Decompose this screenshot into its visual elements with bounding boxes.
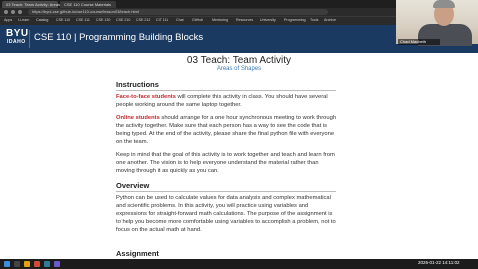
bookmark-item[interactable]: University <box>260 18 276 22</box>
taskbar-clock: 2026-01-22 14:11:02 <box>418 260 460 265</box>
paragraph-online: Online students should arrange for a one… <box>116 114 338 146</box>
bookmark-item[interactable]: Chat <box>176 18 184 22</box>
page-title: 03 Teach: Team Activity <box>186 55 292 66</box>
forward-icon[interactable] <box>11 10 15 14</box>
bookmark-item[interactable]: Mentoring <box>212 18 228 22</box>
bookmark-item[interactable]: CSE 212 <box>136 18 150 22</box>
back-icon[interactable] <box>4 10 8 14</box>
section-divider <box>116 90 336 91</box>
byu-logo-subtext: IDAHO <box>7 39 26 45</box>
webcam-name-label: Chad Macbeth <box>398 39 440 45</box>
bookmark-item[interactable]: Tools <box>310 18 318 22</box>
webcam-person-hair <box>433 0 455 8</box>
paragraph-goal: Keep in mind that the goal of this activ… <box>116 152 335 174</box>
bookmark-item[interactable]: Catalog <box>36 18 48 22</box>
start-icon[interactable] <box>4 261 10 267</box>
paragraph-overview: Python can be used to calculate values f… <box>116 195 336 233</box>
bookmark-item[interactable]: I-Learn <box>18 18 29 22</box>
tab-label: CSE 110 Course Materials <box>64 2 112 7</box>
bookmark-item[interactable]: Resources <box>236 18 253 22</box>
byu-logo[interactable]: BYU <box>6 28 29 39</box>
terminal-icon[interactable] <box>44 261 50 267</box>
reload-icon[interactable] <box>18 10 22 14</box>
bookmark-item[interactable]: CSE 111 <box>76 18 90 22</box>
bookmark-item[interactable]: Archive <box>324 18 336 22</box>
face-to-face-highlight: Face-to-face students <box>116 94 176 100</box>
assignment-heading: Assignment <box>116 249 159 258</box>
browser-tab-active[interactable]: 03 Teach: Team Activity: Areas of S <box>2 1 68 8</box>
section-divider <box>116 191 336 192</box>
bookmark-item[interactable]: CSE 130 <box>96 18 110 22</box>
app-icon[interactable] <box>54 261 60 267</box>
chrome-icon[interactable] <box>34 261 40 267</box>
bookmark-item[interactable]: CSE 210 <box>116 18 130 22</box>
browser-tab[interactable]: CSE 110 Course Materials <box>60 1 116 8</box>
instructions-heading: Instructions <box>116 80 159 89</box>
bookmark-item[interactable]: CSE 110 <box>56 18 70 22</box>
bookmark-item[interactable]: CIT 111 <box>156 18 168 22</box>
header-divider <box>29 30 30 48</box>
paragraph-face-to-face: Face-to-face students will complete this… <box>116 93 338 109</box>
course-title[interactable]: CSE 110 | Programming Building Blocks <box>34 32 203 43</box>
online-highlight: Online students <box>116 115 160 121</box>
taskbar <box>0 259 478 269</box>
bookmark-item[interactable]: Apps <box>4 18 12 22</box>
page-subtitle: Areas of Shapes <box>216 66 262 72</box>
bookmark-item[interactable]: GitHub <box>192 18 203 22</box>
tab-label: 03 Teach: Team Activity: Areas of S <box>6 2 69 7</box>
url-input[interactable]: https://byui-cse.github.io/cse110-course… <box>28 9 328 15</box>
search-icon[interactable] <box>14 261 20 267</box>
file-explorer-icon[interactable] <box>24 261 30 267</box>
bookmark-item[interactable]: Programming <box>284 18 306 22</box>
overview-heading: Overview <box>116 181 150 190</box>
